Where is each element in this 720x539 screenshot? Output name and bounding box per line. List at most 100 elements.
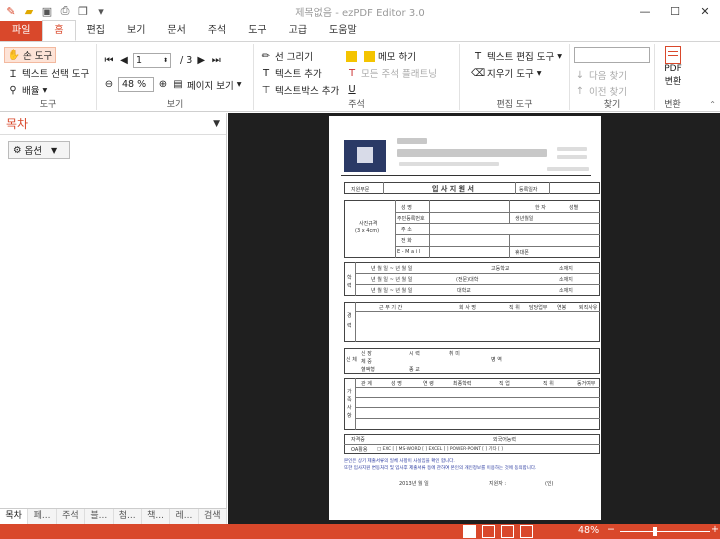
blurred-header-text	[557, 155, 587, 159]
print-icon[interactable]: ⎙	[58, 4, 72, 18]
zoom-in-icon[interactable]: ⊕	[157, 79, 169, 91]
first-page-icon[interactable]: ⏮	[103, 55, 115, 67]
last-page-icon[interactable]: ⏭	[210, 55, 222, 67]
draw-line-button[interactable]: ✏ 선 그리기	[260, 49, 313, 64]
panel-tab-search[interactable]: 검색	[199, 509, 227, 524]
single-page-icon[interactable]	[463, 525, 476, 538]
position-header: 직 위	[509, 305, 520, 311]
ribbon-collapse-icon[interactable]: ⌃	[709, 100, 716, 109]
memo-button[interactable]: 메모 하기	[378, 49, 416, 63]
tab-home[interactable]: 홈	[42, 20, 76, 41]
title-bar: ✎ ▰ ▣ ⎙ ❐ ▾ 제목없음 - ezPDF Editor 3.0 — ☐ …	[0, 0, 720, 22]
fam-position-header: 직 위	[543, 381, 554, 387]
spinner-icon: ⬍	[162, 57, 168, 64]
zoom-slider-handle[interactable]	[653, 527, 657, 536]
find-input[interactable]	[574, 47, 650, 63]
close-button[interactable]: ✕	[690, 0, 720, 22]
divider	[355, 262, 356, 296]
highlight-icon	[346, 50, 357, 62]
tab-annotation[interactable]: 주석	[197, 21, 237, 41]
find-prev-button[interactable]: ↑ 이전 찾기	[574, 84, 627, 99]
pdf-document-icon	[665, 46, 681, 64]
panel-tab-layer[interactable]: 레...	[170, 509, 199, 524]
group-label-view: 보기	[166, 100, 184, 110]
find-next-button[interactable]: ↓ 다음 찾기	[574, 68, 627, 83]
group-view: ⏮ ◀ 1 ⬍ / 3 ▶ ⏭ ⊖ 48 % ⊕ ▤ 페이지 보기 ▾ 보기	[97, 44, 254, 110]
chevron-down-icon: ▾	[42, 84, 48, 96]
tab-file[interactable]: 파일	[0, 21, 43, 41]
group-label-tools: 도구	[39, 100, 57, 110]
continuous-page-icon[interactable]	[482, 525, 495, 538]
highlight-tool[interactable]: 메모 하기	[346, 49, 416, 63]
zoom-out-icon[interactable]: ⊖	[103, 79, 115, 91]
hand-tool-button[interactable]: ✋ 손 도구	[4, 47, 57, 63]
panel-tab-attachment[interactable]: 첨...	[114, 509, 142, 524]
notice-line-1: 본인은 상기 제출서류의 일체 사항이 사실임을 확인 합니다.	[344, 459, 455, 464]
underline-tool[interactable]: U	[346, 83, 358, 95]
panel-menu-icon[interactable]: ▼	[213, 119, 220, 129]
document-viewer[interactable]: 지원부문 입 사 지 원 서 등록일자 사진규격 (3 x 4cm) 성 명 주…	[228, 113, 720, 524]
prev-page-icon[interactable]: ◀	[118, 55, 130, 67]
page-number-input[interactable]: 1 ⬍	[133, 53, 171, 68]
copy-icon[interactable]: ❐	[76, 4, 90, 18]
career-label: 경 력	[347, 313, 352, 329]
options-button[interactable]: ⚙ 옵션 ▼	[8, 141, 70, 159]
maximize-button[interactable]: ☐	[660, 0, 690, 22]
tab-advanced[interactable]: 고급	[278, 21, 318, 41]
group-annotation: ✏ 선 그리기 T 텍스트 추가 ⊤ 텍스트박스 추가 메모 하기 T 모든 주…	[254, 44, 460, 110]
hanja-label: 한 자	[535, 205, 546, 211]
tab-edit[interactable]: 편집	[76, 21, 116, 41]
minimize-button[interactable]: —	[630, 0, 660, 22]
company-header: 회 사 명	[459, 305, 476, 311]
zoom-input[interactable]: 48 %	[118, 77, 154, 92]
reg-date-label: 등록일자	[519, 187, 538, 193]
resident-no-label: 주민등록번호	[397, 216, 425, 222]
two-page-continuous-icon[interactable]	[520, 525, 533, 538]
flatten-button[interactable]: 모든 주석 플래트닝	[361, 66, 437, 80]
pdf-convert-button[interactable]: PDF 변환	[659, 46, 687, 87]
text-select-button[interactable]: Ɪ 텍스트 선택 도구	[7, 66, 89, 80]
two-page-icon[interactable]	[501, 525, 514, 538]
panel-tab-block[interactable]: 블...	[85, 509, 114, 524]
strikeout-icon: T	[348, 67, 356, 79]
zoom-in-button[interactable]: +	[711, 524, 719, 535]
tab-view[interactable]: 보기	[116, 21, 156, 41]
tab-help[interactable]: 도움말	[318, 21, 368, 41]
panel-tab-bookmark[interactable]: 책...	[142, 509, 171, 524]
panel-tab-page[interactable]: 페...	[28, 509, 57, 524]
row-line	[355, 311, 600, 312]
divider	[515, 182, 516, 194]
eraser-tool-button[interactable]: ⌫ 지우기 도구 ▾	[471, 66, 542, 81]
next-page-icon[interactable]: ▶	[195, 55, 207, 67]
save-icon[interactable]: ▣	[40, 4, 54, 18]
name-label: 성 명	[401, 205, 412, 211]
email-label: E - M a i l	[397, 249, 421, 255]
header-rule	[341, 175, 591, 176]
panel-tabs: 목차 페... 주석 블... 첨... 책... 레... 검색	[0, 508, 227, 524]
qat-dropdown-icon[interactable]: ▾	[94, 4, 108, 18]
group-find: ↓ 다음 찾기 ↑ 이전 찾기 찾기	[570, 44, 655, 110]
notice-line-2: 또한 입사지원 변동처리 및 입사후 제출서류 등에 관하여 본인의 개인정보를…	[344, 466, 537, 471]
add-textbox-button[interactable]: ⊤ 텍스트박스 추가	[260, 83, 340, 98]
page-view-button[interactable]: 페이지 보기	[187, 78, 234, 92]
add-text-button[interactable]: T 텍스트 추가	[260, 66, 322, 81]
highschool-label: 고등학교	[491, 266, 510, 272]
date-line: 2013년 월 일	[399, 481, 429, 487]
tab-document[interactable]: 문서	[156, 21, 196, 41]
panel-tab-toc[interactable]: 목차	[0, 509, 29, 524]
panel-tab-annotation[interactable]: 주석	[57, 509, 86, 524]
school-header: 최종학력	[453, 381, 472, 387]
group-label-convert: 변환	[664, 100, 681, 110]
divider	[383, 182, 384, 194]
zoom-tool-button[interactable]: ⚲ 배율 ▾	[7, 83, 48, 98]
zoom-out-button[interactable]: −	[607, 524, 615, 535]
location-label: 소재지	[559, 266, 573, 272]
text-edit-tool-button[interactable]: T 텍스트 편집 도구 ▾	[472, 49, 562, 64]
strikeout-tool[interactable]: T 모든 주석 플래트닝	[346, 66, 437, 81]
divider	[355, 378, 356, 430]
tab-tools[interactable]: 도구	[237, 21, 277, 41]
zoom-slider-track[interactable]	[620, 531, 710, 532]
relation-header: 관 계	[361, 381, 372, 387]
open-folder-icon[interactable]: ▰	[22, 4, 36, 18]
family-label: 가 족 사 항	[347, 389, 352, 419]
